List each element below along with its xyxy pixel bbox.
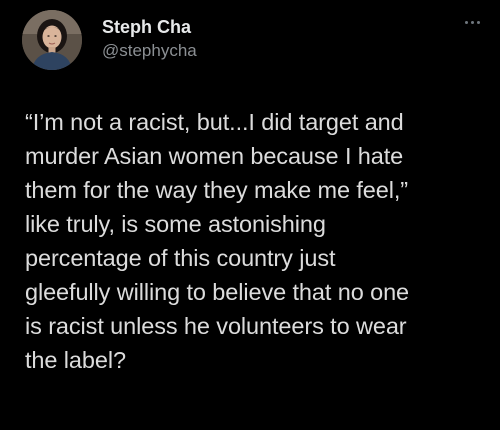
- tweet-text-line: the label?: [25, 347, 126, 373]
- tweet-text-line: murder Asian women because I hate: [25, 143, 404, 169]
- profile-photo-icon: [22, 10, 82, 70]
- author-handle[interactable]: @stephycha: [102, 41, 197, 61]
- dot-icon: [476, 20, 480, 24]
- tweet-text-line: “I’m not a racist, but...I did target an…: [25, 109, 404, 135]
- tweet-text-line: them for the way they make me feel,”: [25, 177, 409, 203]
- tweet-body: “I’m not a racist, but...I did target an…: [25, 105, 490, 377]
- tweet-text-line: percentage of this country just: [25, 245, 336, 271]
- dot-icon: [470, 20, 474, 24]
- avatar[interactable]: [22, 10, 82, 70]
- dot-icon: [464, 20, 468, 24]
- tweet-text-line: is racist unless he volunteers to wear: [25, 313, 407, 339]
- tweet-text-line: gleefully willing to believe that no one: [25, 279, 410, 305]
- more-options-icon[interactable]: [460, 14, 484, 30]
- author-display-name[interactable]: Steph Cha: [102, 17, 191, 38]
- tweet-card: Steph Cha @stephycha “I’m not a racist, …: [0, 0, 500, 430]
- tweet-text-line: like truly, is some astonishing: [25, 211, 326, 237]
